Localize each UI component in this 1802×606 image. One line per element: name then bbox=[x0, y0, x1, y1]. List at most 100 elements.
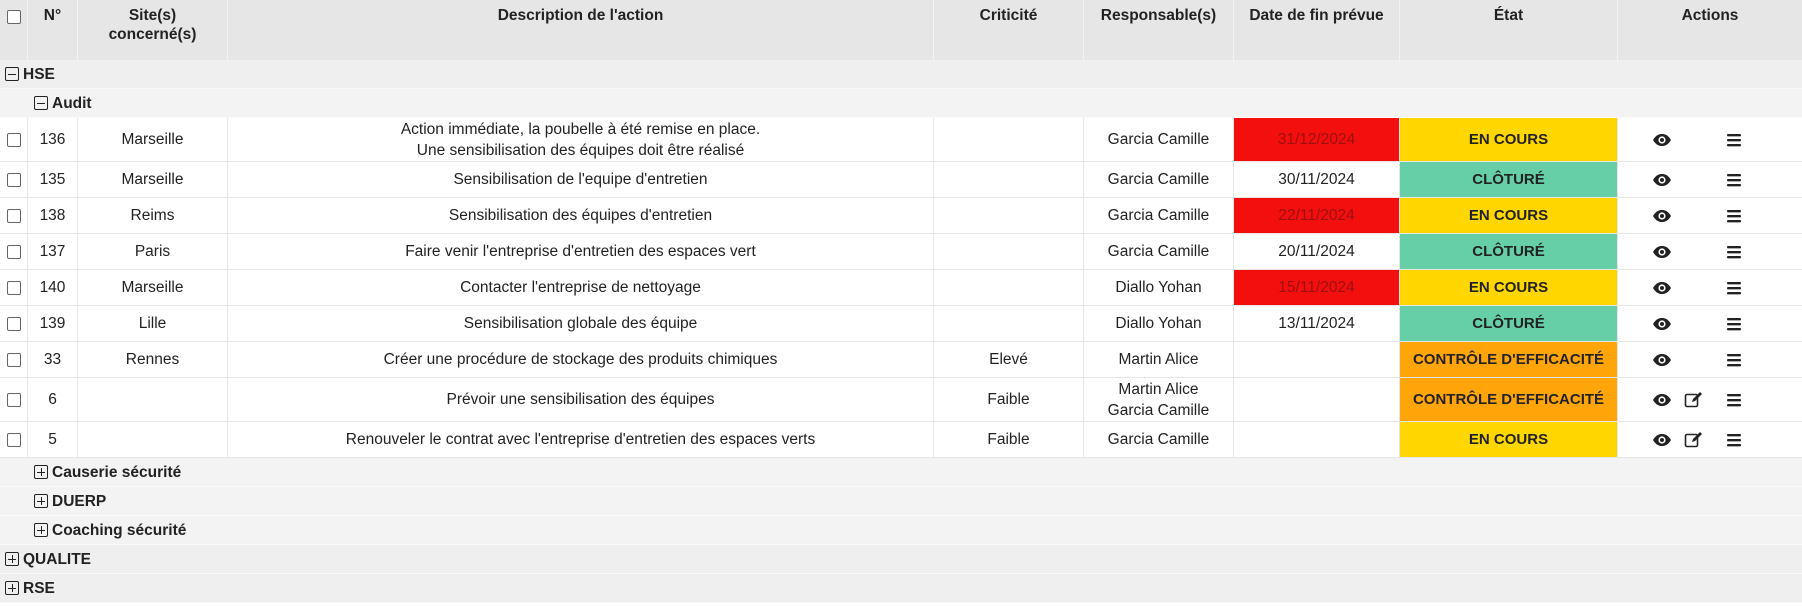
cell-criticite bbox=[934, 306, 1084, 341]
hamburger-menu-icon[interactable] bbox=[1724, 351, 1744, 369]
column-header-date[interactable]: Date de fin prévue bbox=[1234, 0, 1400, 60]
description-line: Prévoir une sensibilisation des équipes bbox=[446, 391, 715, 408]
column-header-description[interactable]: Description de l'action bbox=[228, 0, 934, 60]
row-select-cell bbox=[0, 162, 28, 197]
expand-toggle-icon[interactable] bbox=[34, 494, 48, 508]
subgroup-row: Audit bbox=[0, 89, 1802, 118]
expand-toggle-icon[interactable] bbox=[34, 465, 48, 479]
cell-site: Rennes bbox=[78, 342, 228, 377]
hamburger-menu-icon[interactable] bbox=[1724, 171, 1744, 189]
hamburger-menu-icon[interactable] bbox=[1724, 279, 1744, 297]
cell-number: 6 bbox=[28, 378, 78, 421]
edit-icon[interactable] bbox=[1684, 391, 1704, 409]
group-label[interactable]: Coaching sécurité bbox=[52, 516, 186, 545]
column-header-etat[interactable]: État bbox=[1400, 0, 1618, 60]
description-line: Sensibilisation de l'equipe d'entretien bbox=[453, 171, 708, 188]
row-actions bbox=[1618, 234, 1802, 269]
cell-responsable: Garcia Camille bbox=[1084, 422, 1234, 457]
column-header-site[interactable]: Site(s) concerné(s) bbox=[78, 0, 228, 60]
responsable-name: Garcia Camille bbox=[1107, 431, 1210, 448]
eye-icon[interactable] bbox=[1652, 207, 1672, 225]
status-badge: CLÔTURÉ bbox=[1400, 306, 1618, 341]
collapse-toggle-icon[interactable] bbox=[34, 96, 48, 110]
responsable-name: Diallo Yohan bbox=[1115, 279, 1202, 296]
cell-site: Marseille bbox=[78, 118, 228, 161]
hamburger-menu-icon[interactable] bbox=[1724, 391, 1744, 409]
cell-date bbox=[1234, 342, 1400, 377]
column-header-responsable[interactable]: Responsable(s) bbox=[1084, 0, 1234, 60]
expand-toggle-icon[interactable] bbox=[5, 581, 19, 595]
hamburger-menu-icon[interactable] bbox=[1724, 315, 1744, 333]
hamburger-menu-icon[interactable] bbox=[1724, 131, 1744, 149]
row-checkbox[interactable] bbox=[6, 432, 21, 447]
cell-criticite: Elevé bbox=[934, 342, 1084, 377]
eye-icon[interactable] bbox=[1652, 391, 1672, 409]
group-label[interactable]: HSE bbox=[23, 60, 55, 89]
cell-description: Action immédiate, la poubelle à été remi… bbox=[228, 118, 934, 161]
cell-responsable: Diallo Yohan bbox=[1084, 306, 1234, 341]
row-checkbox[interactable] bbox=[6, 208, 21, 223]
hamburger-menu-icon[interactable] bbox=[1724, 207, 1744, 225]
description-line: Une sensibilisation des équipes doit êtr… bbox=[416, 141, 745, 159]
cell-responsable: Garcia Camille bbox=[1084, 198, 1234, 233]
eye-icon[interactable] bbox=[1652, 131, 1672, 149]
row-checkbox[interactable] bbox=[6, 132, 21, 147]
status-badge: CLÔTURÉ bbox=[1400, 234, 1618, 269]
row-checkbox[interactable] bbox=[6, 352, 21, 367]
status-badge: EN COURS bbox=[1400, 198, 1618, 233]
collapse-toggle-icon[interactable] bbox=[5, 67, 19, 81]
cell-site bbox=[78, 422, 228, 457]
select-all-cell bbox=[0, 0, 28, 60]
row-checkbox[interactable] bbox=[6, 280, 21, 295]
cell-description: Sensibilisation de l'equipe d'entretien bbox=[228, 162, 934, 197]
subgroup-row: Causerie sécurité bbox=[0, 458, 1802, 487]
eye-icon[interactable] bbox=[1652, 279, 1672, 297]
cell-responsable: Garcia Camille bbox=[1084, 162, 1234, 197]
row-select-cell bbox=[0, 378, 28, 421]
group-label[interactable]: QUALITE bbox=[23, 545, 91, 574]
row-select-cell bbox=[0, 342, 28, 377]
cell-responsable: Martin Alice bbox=[1084, 342, 1234, 377]
table-row: 135 Marseille Sensibilisation de l'equipe … bbox=[0, 162, 1802, 198]
hamburger-menu-icon[interactable] bbox=[1724, 243, 1744, 261]
row-actions bbox=[1618, 378, 1802, 421]
eye-icon[interactable] bbox=[1652, 243, 1672, 261]
responsable-name: Martin Alice bbox=[1118, 380, 1199, 398]
group-label[interactable]: RSE bbox=[23, 574, 55, 603]
responsable-name: Garcia Camille bbox=[1107, 171, 1210, 188]
group-label[interactable]: DUERP bbox=[52, 487, 106, 516]
row-checkbox[interactable] bbox=[6, 244, 21, 259]
subgroup-row: Coaching sécurité bbox=[0, 516, 1802, 545]
group-label[interactable]: Causerie sécurité bbox=[52, 458, 181, 487]
cell-site: Paris bbox=[78, 234, 228, 269]
description-line: Action immédiate, la poubelle à été remi… bbox=[400, 120, 761, 138]
cell-description: Sensibilisation des équipes d'entretien bbox=[228, 198, 934, 233]
row-checkbox[interactable] bbox=[6, 172, 21, 187]
cell-responsable: Garcia Camille bbox=[1084, 118, 1234, 161]
expand-toggle-icon[interactable] bbox=[5, 552, 19, 566]
row-checkbox[interactable] bbox=[6, 316, 21, 331]
eye-icon[interactable] bbox=[1652, 171, 1672, 189]
table-row: 140 Marseille Contacter l'entreprise de ne… bbox=[0, 270, 1802, 306]
group-label[interactable]: Audit bbox=[52, 89, 92, 118]
responsable-name: Garcia Camille bbox=[1107, 401, 1210, 419]
cell-number: 139 bbox=[28, 306, 78, 341]
cell-responsable: Diallo Yohan bbox=[1084, 270, 1234, 305]
row-checkbox[interactable] bbox=[6, 392, 21, 407]
edit-icon[interactable] bbox=[1684, 431, 1704, 449]
hamburger-menu-icon[interactable] bbox=[1724, 431, 1744, 449]
row-select-cell bbox=[0, 118, 28, 161]
cell-number: 136 bbox=[28, 118, 78, 161]
cell-number: 137 bbox=[28, 234, 78, 269]
row-actions bbox=[1618, 270, 1802, 305]
eye-icon[interactable] bbox=[1652, 431, 1672, 449]
eye-icon[interactable] bbox=[1652, 351, 1672, 369]
eye-icon[interactable] bbox=[1652, 315, 1672, 333]
column-header-criticite[interactable]: Criticité bbox=[934, 0, 1084, 60]
expand-toggle-icon[interactable] bbox=[34, 523, 48, 537]
table-row: 138 Reims Sensibilisation des équipes d'en… bbox=[0, 198, 1802, 234]
cell-description: Prévoir une sensibilisation des équipes bbox=[228, 378, 934, 421]
column-header-number[interactable]: N° bbox=[28, 0, 78, 60]
select-all-checkbox[interactable] bbox=[6, 10, 21, 24]
responsable-name: Diallo Yohan bbox=[1115, 315, 1202, 332]
